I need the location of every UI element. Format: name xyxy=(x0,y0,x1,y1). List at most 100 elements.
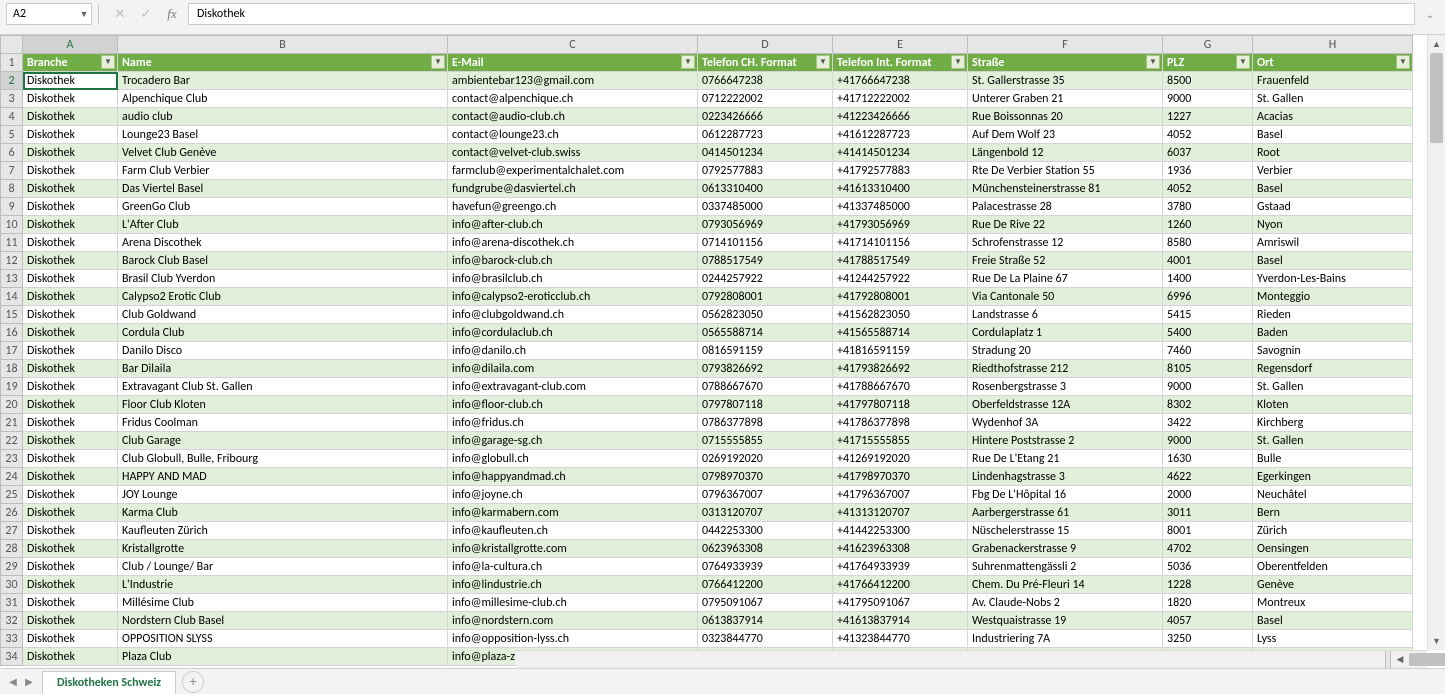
cell[interactable]: 0244257922 xyxy=(698,270,833,288)
filter-dropdown-icon[interactable]: ▼ xyxy=(1396,55,1410,69)
cell[interactable]: 1630 xyxy=(1163,450,1253,468)
row-header[interactable]: 21 xyxy=(1,414,23,432)
cell[interactable]: Egerkingen xyxy=(1253,468,1413,486)
row-header[interactable]: 5 xyxy=(1,126,23,144)
row-header[interactable]: 6 xyxy=(1,144,23,162)
filter-dropdown-icon[interactable]: ▼ xyxy=(431,55,445,69)
cell[interactable]: Auf Dem Wolf 23 xyxy=(968,126,1163,144)
cell[interactable]: +41442253300 xyxy=(833,522,968,540)
cell[interactable]: info@danilo.ch xyxy=(448,342,698,360)
cell[interactable]: Diskothek xyxy=(23,270,118,288)
cell[interactable]: +41795091067 xyxy=(833,594,968,612)
cell[interactable]: 0613310400 xyxy=(698,180,833,198)
row-header[interactable]: 3 xyxy=(1,90,23,108)
cell[interactable]: Hintere Poststrasse 2 xyxy=(968,432,1163,450)
cell[interactable]: Diskothek xyxy=(23,486,118,504)
cell[interactable]: +41612287723 xyxy=(833,126,968,144)
cell[interactable]: Basel xyxy=(1253,612,1413,630)
table-column-header[interactable]: Telefon Int. Format▼ xyxy=(833,54,968,72)
cell[interactable]: Diskothek xyxy=(23,360,118,378)
cell[interactable]: Diskothek xyxy=(23,468,118,486)
cell[interactable]: GreenGo Club xyxy=(118,198,448,216)
cell[interactable]: 0766412200 xyxy=(698,576,833,594)
cell[interactable]: Rue De Rive 22 xyxy=(968,216,1163,234)
vertical-scrollbar[interactable]: ▲ ▼ xyxy=(1427,35,1445,650)
cell[interactable]: Diskothek xyxy=(23,126,118,144)
cell[interactable]: L'After Club xyxy=(118,216,448,234)
cell[interactable]: Diskothek xyxy=(23,558,118,576)
row-header[interactable]: 8 xyxy=(1,180,23,198)
cell[interactable]: Diskothek xyxy=(23,378,118,396)
cell[interactable]: +41565588714 xyxy=(833,324,968,342)
cell[interactable]: Frauenfeld xyxy=(1253,72,1413,90)
cell[interactable]: Club Globull, Bulle, Fribourg xyxy=(118,450,448,468)
row-header[interactable]: 32 xyxy=(1,612,23,630)
row-header[interactable]: 24 xyxy=(1,468,23,486)
cell[interactable]: contact@lounge23.ch xyxy=(448,126,698,144)
cell[interactable]: Club Goldwand xyxy=(118,306,448,324)
cell[interactable]: Diskothek xyxy=(23,216,118,234)
cell[interactable]: 0712222002 xyxy=(698,90,833,108)
row-header[interactable]: 16 xyxy=(1,324,23,342)
cell[interactable]: Oberfeldstrasse 12A xyxy=(968,396,1163,414)
cell[interactable]: Basel xyxy=(1253,252,1413,270)
cell[interactable]: +41714101156 xyxy=(833,234,968,252)
cell[interactable]: St. Gallerstrasse 35 xyxy=(968,72,1163,90)
cell[interactable]: Diskothek xyxy=(23,594,118,612)
cell[interactable]: Amriswil xyxy=(1253,234,1413,252)
row-header[interactable]: 26 xyxy=(1,504,23,522)
cell[interactable]: contact@velvet-club.swiss xyxy=(448,144,698,162)
cell[interactable]: info@fridus.ch xyxy=(448,414,698,432)
cell[interactable]: Suhrenmattengässli 2 xyxy=(968,558,1163,576)
cell[interactable]: havefun@greengo.ch xyxy=(448,198,698,216)
formula-input-wrap[interactable] xyxy=(188,3,1415,25)
row-header[interactable]: 4 xyxy=(1,108,23,126)
cell[interactable]: Lindenhagstrasse 3 xyxy=(968,468,1163,486)
cell[interactable]: Münchensteinerstrasse 81 xyxy=(968,180,1163,198)
cell[interactable]: 0788667670 xyxy=(698,378,833,396)
cell[interactable]: info@barock-club.ch xyxy=(448,252,698,270)
cell[interactable]: 1260 xyxy=(1163,216,1253,234)
cell[interactable]: Diskothek xyxy=(23,252,118,270)
cell[interactable]: 0792577883 xyxy=(698,162,833,180)
cell[interactable]: 4622 xyxy=(1163,468,1253,486)
cell[interactable]: +41623963308 xyxy=(833,540,968,558)
cell[interactable]: ambientebar123@gmail.com xyxy=(448,72,698,90)
cell[interactable]: Calypso2 Erotic Club xyxy=(118,288,448,306)
select-all-corner[interactable] xyxy=(1,36,23,54)
column-header[interactable]: C xyxy=(448,36,698,54)
cell[interactable]: 5415 xyxy=(1163,306,1253,324)
cell[interactable]: Diskothek xyxy=(23,144,118,162)
cell[interactable]: Via Cantonale 50 xyxy=(968,288,1163,306)
cell[interactable]: +41788667670 xyxy=(833,378,968,396)
cell[interactable]: info@clubgoldwand.ch xyxy=(448,306,698,324)
filter-dropdown-icon[interactable]: ▼ xyxy=(951,55,965,69)
cell[interactable]: Farm Club Verbier xyxy=(118,162,448,180)
cell[interactable]: 1227 xyxy=(1163,108,1253,126)
cell[interactable]: Millésime Club xyxy=(118,594,448,612)
cell[interactable]: Grabenackerstrasse 9 xyxy=(968,540,1163,558)
cell[interactable]: +41764933939 xyxy=(833,558,968,576)
cell[interactable]: 3780 xyxy=(1163,198,1253,216)
cancel-icon[interactable]: ✕ xyxy=(110,7,130,22)
cell[interactable]: Rue De L'Etang 21 xyxy=(968,450,1163,468)
cell[interactable]: +41766412200 xyxy=(833,576,968,594)
row-header[interactable]: 13 xyxy=(1,270,23,288)
name-box[interactable]: ▼ xyxy=(6,3,92,25)
cell[interactable]: Fbg De L'Hôpital 16 xyxy=(968,486,1163,504)
table-column-header[interactable]: Telefon CH. Format▼ xyxy=(698,54,833,72)
cell[interactable]: Kaufleuten Zürich xyxy=(118,522,448,540)
cell[interactable]: Gstaad xyxy=(1253,198,1413,216)
cell[interactable]: +41613837914 xyxy=(833,612,968,630)
cell[interactable]: 5400 xyxy=(1163,324,1253,342)
cell[interactable]: 0793826692 xyxy=(698,360,833,378)
cell[interactable]: Kloten xyxy=(1253,396,1413,414)
cell[interactable]: 0797807118 xyxy=(698,396,833,414)
cell[interactable]: Diskothek xyxy=(23,612,118,630)
cell[interactable]: Karma Club xyxy=(118,504,448,522)
cell[interactable]: info@kristallgrotte.com xyxy=(448,540,698,558)
cell[interactable]: info@kaufleuten.ch xyxy=(448,522,698,540)
cell[interactable]: Diskothek xyxy=(23,540,118,558)
cell[interactable]: 0414501234 xyxy=(698,144,833,162)
cell[interactable]: +41798970370 xyxy=(833,468,968,486)
